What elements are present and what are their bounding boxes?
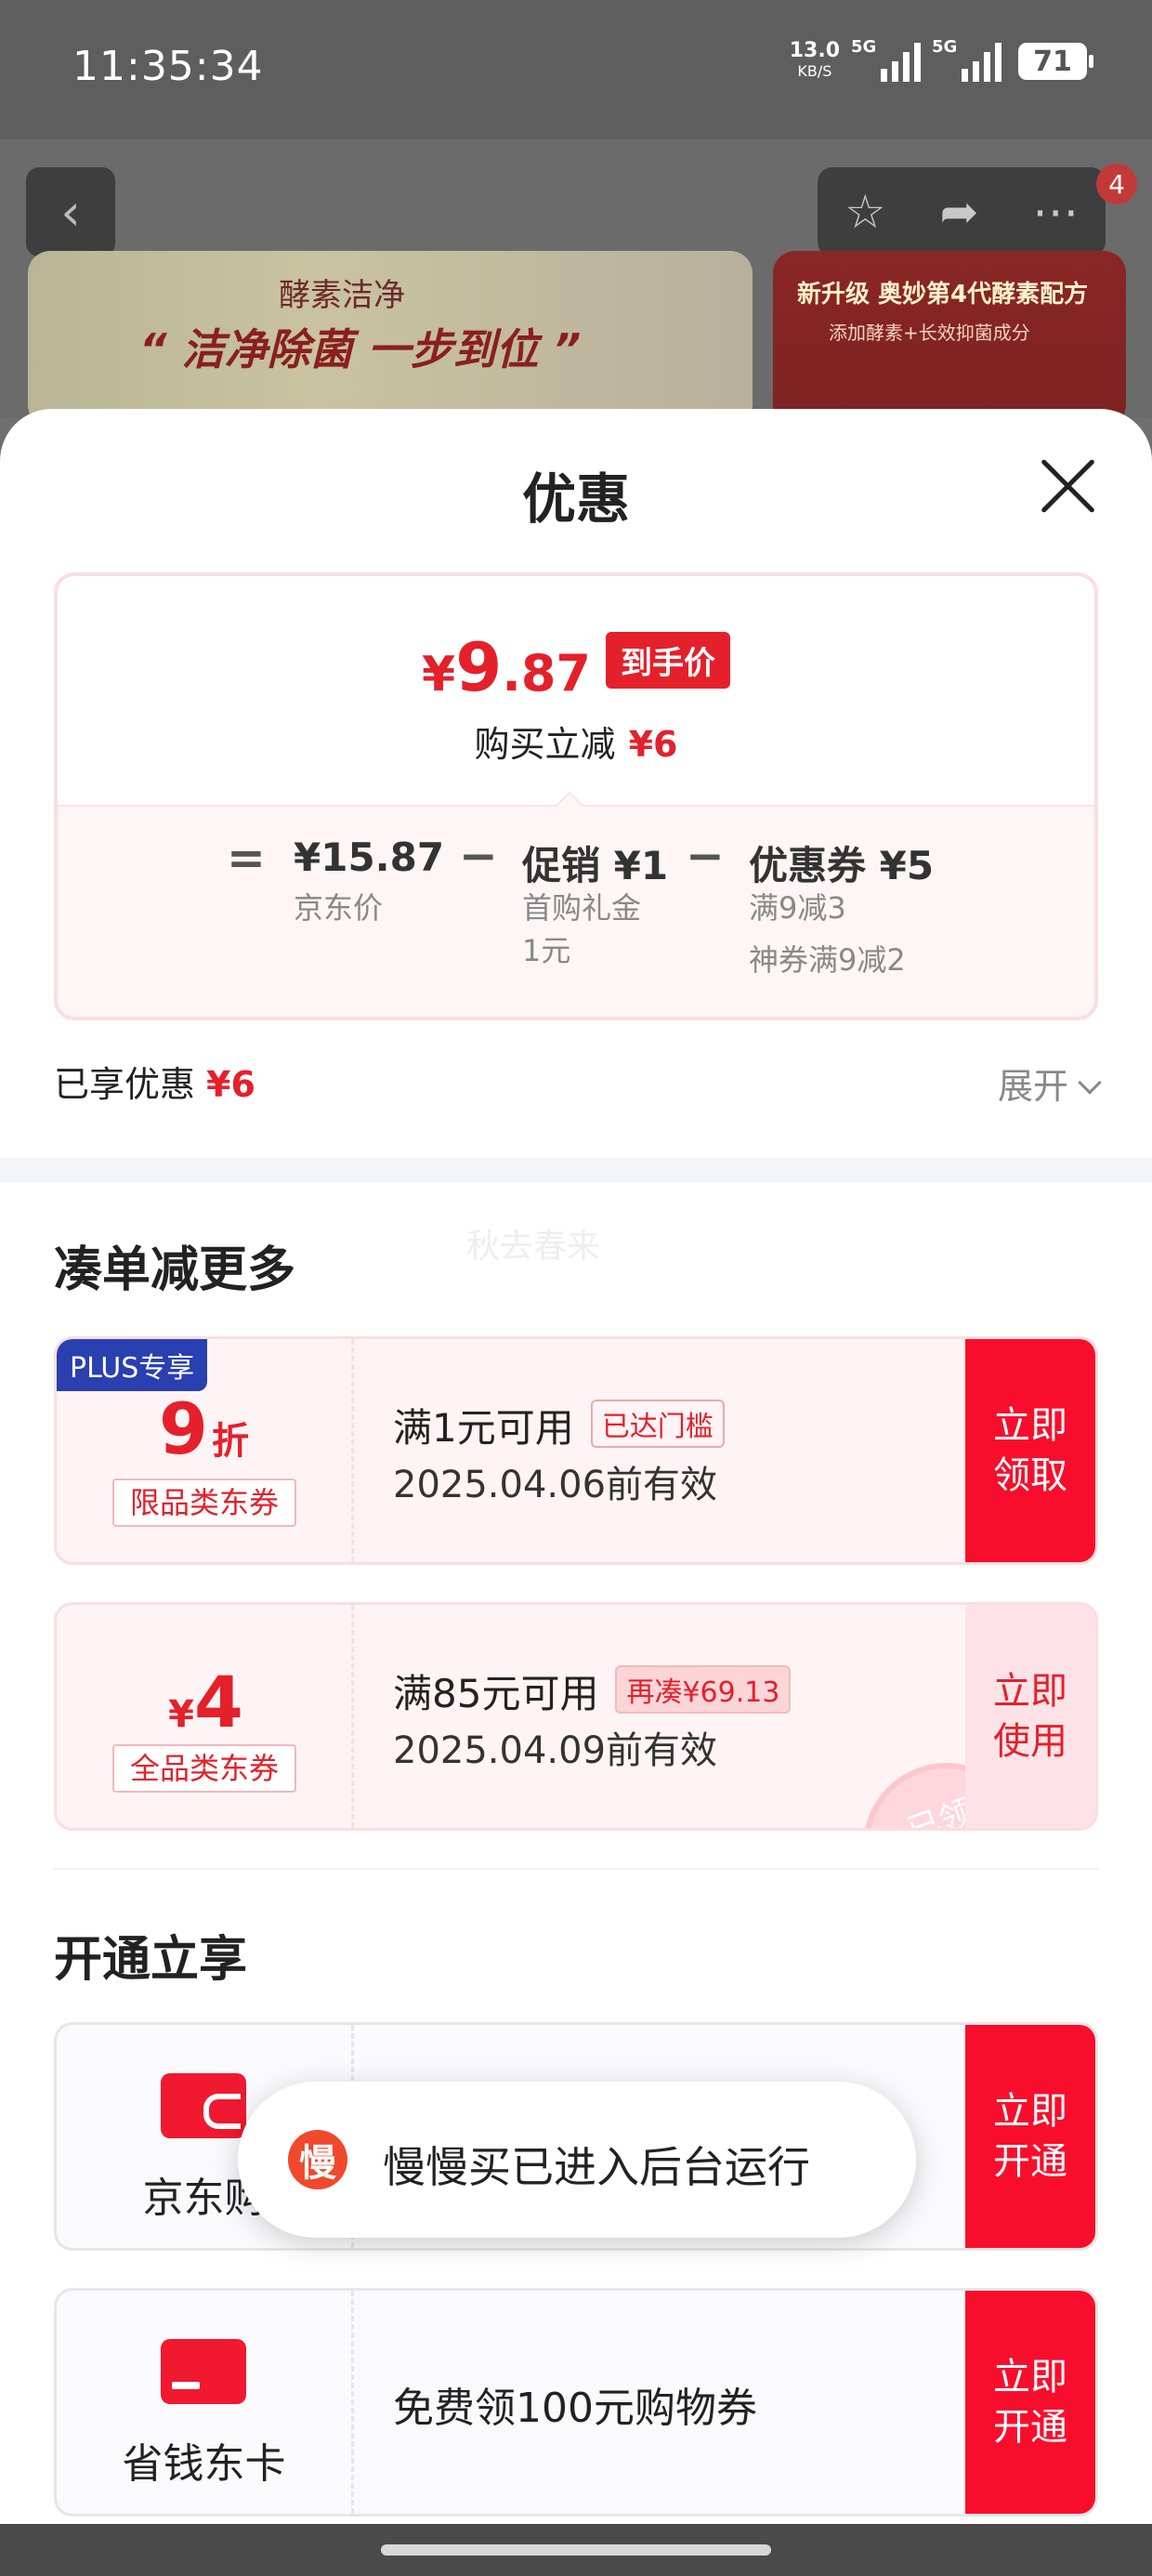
banner-right-subtitle: 添加酵素+长效抑菌成分 [829,322,1030,344]
membership-card: 省钱东卡 免费领100元购物券 立即 开通 [54,2288,1098,2517]
back-button[interactable]: ‹ [26,167,115,256]
app-icon: 慢 [288,2130,347,2189]
promo-detail: 首购礼金 [522,890,642,926]
coupon-expiry: 2025.04.06前有效 [393,1464,718,1506]
expand-button[interactable]: 展开 [998,1058,1102,1109]
status-time: 11:35:34 [72,43,264,90]
final-price: ¥9.87 到手价 [58,628,1094,706]
membership-description: 免费领100元购物券 [393,2385,757,2432]
coupon-amount: 优惠券 ¥5 [749,843,935,888]
card-icon [161,2339,246,2404]
coupon-card: ¥4 全品类东券 满85元可用 再凑¥69.13 2025.04.09前有效 已领… [54,1602,1098,1831]
banner-brand: 酵素洁净 [279,277,405,314]
price-breakdown: = ¥15.87 京东价 − 促销 ¥1 首购礼金 1元 − 优惠券 ¥5 满9… [58,805,1094,1017]
claim-coupon-button[interactable]: 立即 领取 [965,1339,1095,1562]
cart-badge: 4 [1096,164,1137,204]
jd-membership-icon [161,2073,246,2138]
activate-button[interactable]: 立即 开通 [965,2025,1095,2248]
close-icon[interactable] [1039,457,1096,515]
minus-sign: − [459,829,498,883]
equals-sign: = [227,831,266,885]
membership-name: 省钱东卡 [122,2440,286,2488]
background-running-toast: 慢 慢慢买已进入后台运行 [238,2082,916,2238]
banner-right-title: 新升级 奥妙第4代酵素配方 [797,281,1089,309]
star-icon[interactable]: ☆ [844,185,886,239]
promo-amount: 促销 ¥1 [522,843,669,888]
signal-icon: 5G [932,37,1001,82]
final-price-section: ¥9.87 到手价 购买立减 ¥6 [58,576,1094,805]
battery-icon: 71 [1018,43,1093,80]
product-banner-secondary: 新升级 奥妙第4代酵素配方 添加酵素+长效抑菌成分 [773,251,1126,427]
watermark: 秋去春来 [466,1228,601,1266]
coupon-category: 限品类东券 [112,1479,296,1527]
coupon-detail-2: 神券满9减2 [749,942,906,978]
home-indicator[interactable] [381,2544,771,2556]
membership-icon-area: 省钱东卡 [57,2291,354,2514]
chevron-left-icon: ‹ [60,182,81,242]
minus-sign: − [686,829,725,883]
signal-icon: 5G [851,37,921,82]
final-price-tag: 到手价 [605,632,730,689]
enjoyed-discount: 已享优惠 ¥6 [54,1064,255,1105]
section-divider [0,1158,1152,1182]
coupon-value-area: PLUS专享 9折 限品类东券 [57,1339,354,1562]
section-title-more: 凑单减更多 [54,1242,296,1298]
price-summary-card: ¥9.87 到手价 购买立减 ¥6 = ¥15.87 京东价 − 促销 ¥1 首购礼… [54,572,1098,1020]
coupon-condition: 满85元可用 再凑¥69.13 [393,1663,792,1719]
divider [54,1868,1098,1870]
more-icon[interactable]: ⋯ [1032,185,1079,239]
coupon-condition: 满1元可用 已达门槛 [393,1397,725,1453]
status-indicators: 13.0 KB/S 5G 5G 71 [789,37,1093,82]
chevron-down-icon [1078,1071,1102,1095]
banner-slogan: “ 洁净除菌 一步到位 ” [139,324,582,375]
product-banner: 酵素洁净 “ 洁净除菌 一步到位 ” [28,251,753,427]
status-bar: 11:35:34 13.0 KB/S 5G 5G 71 [0,0,1152,139]
sheet-title: 优惠 [521,467,630,531]
coupon-value: 9折 [159,1387,249,1470]
coupon-expiry: 2025.04.09前有效 [393,1729,718,1772]
coupon-card: PLUS专享 9折 限品类东券 满1元可用 已达门槛 2025.04.06前有效 … [54,1336,1098,1565]
activate-button[interactable]: 立即 开通 [965,2291,1095,2514]
coupon-status-badge: 已达门槛 [590,1400,725,1448]
save-line: 购买立减 ¥6 [474,724,678,765]
plus-exclusive-badge: PLUS专享 [57,1339,208,1391]
coupon-value-area: ¥4 全品类东券 [57,1605,354,1828]
share-icon[interactable]: ➦ [939,185,978,239]
coupon-status-badge: 再凑¥69.13 [615,1665,792,1714]
coupon-category: 全品类东券 [112,1744,296,1793]
coupon-detail: 满9减3 [749,890,846,926]
section-title-open: 开通立享 [54,1932,248,1988]
jd-price-label: 京东价 [294,890,384,926]
coupon-value: ¥4 [168,1661,243,1743]
use-coupon-button[interactable]: 立即 使用 [965,1605,1095,1828]
jd-price: ¥15.87 [294,835,445,880]
toast-message: 慢慢买已进入后台运行 [383,2142,810,2192]
top-action-bar: ☆ ➦ ⋯ [818,167,1106,256]
promo-detail-2: 1元 [522,933,571,968]
network-speed: 13.0 KB/S [789,39,840,81]
gesture-nav-bar [0,2524,1152,2576]
